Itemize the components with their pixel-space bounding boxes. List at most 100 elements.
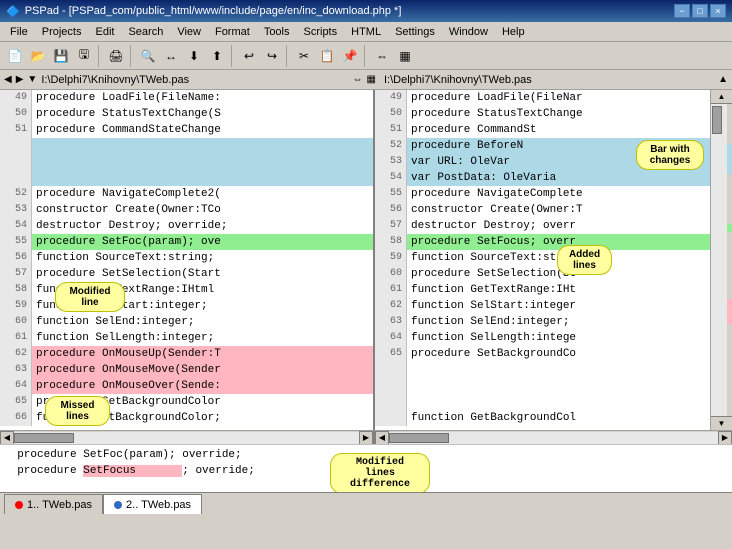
line-num-right-17 (375, 362, 407, 378)
left-line-17: 63 procedure OnMouseMove(Sender (0, 362, 373, 378)
title-text: PSPad - [PSPad_com/public_html/www/inclu… (25, 5, 402, 17)
left-code-content[interactable]: 49 procedure LoadFile(FileName:50 proced… (0, 90, 373, 430)
separator-1 (98, 45, 102, 67)
line-content-left-10: function SourceText:string; (32, 250, 373, 266)
tab-2-dot (114, 501, 122, 509)
tab-2[interactable]: 2.. TWeb.pas (103, 494, 202, 514)
left-line-0: 49 procedure LoadFile(FileName: (0, 90, 373, 106)
left-line-11: 57 procedure SetSelection(Start (0, 266, 373, 282)
scroll-up-btn[interactable]: ▲ (711, 90, 732, 104)
open-button[interactable]: 📂 (27, 45, 49, 67)
right-line-3: 52 procedure BeforeN (375, 138, 732, 154)
scrollbar-thumb[interactable] (712, 106, 722, 134)
menu-edit[interactable]: Edit (89, 24, 120, 40)
line-content-right-15: function SelLength:intege (407, 330, 732, 346)
line-num-left-20: 66 (0, 410, 32, 426)
path-left-end[interactable]: ⇔ (353, 74, 363, 85)
right-line-17 (375, 362, 732, 378)
menu-window[interactable]: Window (443, 24, 494, 40)
bottom-preview: procedure SetFoc(param); override; proce… (0, 444, 732, 492)
path-left-down[interactable]: ▼ (27, 74, 37, 85)
menu-scripts[interactable]: Scripts (298, 24, 344, 40)
line-content-right-7: constructor Create(Owner:T (407, 202, 732, 218)
line-content-left-11: procedure SetSelection(Start (32, 266, 373, 282)
right-line-4: 53 var URL: OleVar (375, 154, 732, 170)
path-left-icon[interactable]: ◀ (4, 74, 12, 85)
right-h-thumb[interactable] (389, 433, 449, 443)
print-button[interactable]: 🖨 (105, 45, 127, 67)
minimize-button[interactable]: − (674, 4, 690, 18)
right-line-0: 49 procedure LoadFile(FileNar (375, 90, 732, 106)
line-content-left-16: procedure OnMouseUp(Sender:T (32, 346, 373, 362)
right-line-9: 58 procedure SetFocus; overr (375, 234, 732, 250)
menu-tools[interactable]: Tools (258, 24, 296, 40)
find-prev-button[interactable]: ⬆ (206, 45, 228, 67)
line-num-right-7: 56 (375, 202, 407, 218)
left-line-19: 65 procedure SetBackgroundColor (0, 394, 373, 410)
new-button[interactable]: 📄 (4, 45, 26, 67)
preview-line-1: procedure SetFoc(param); override; (4, 447, 728, 463)
line-content-left-15: function SelLength:integer; (32, 330, 373, 346)
right-line-16: 65 procedure SetBackgroundCo (375, 346, 732, 362)
diff-sync-button[interactable]: ⇔ (371, 45, 393, 67)
search-button[interactable]: 🔍 (137, 45, 159, 67)
h-scrollbar: ◀ ▶ ◀ ▶ (0, 430, 732, 444)
menu-help[interactable]: Help (496, 24, 531, 40)
left-line-18: 64 procedure OnMouseOver(Sende: (0, 378, 373, 394)
line-content-right-9: procedure SetFocus; overr (407, 234, 732, 250)
right-scroll-right-btn[interactable]: ▶ (718, 431, 732, 445)
line-content-right-4: var URL: OleVar (407, 154, 732, 170)
save-all-button[interactable]: 🖫 (73, 45, 95, 67)
path-left-grid[interactable]: ▦ (367, 74, 376, 85)
cut-button[interactable]: ✂ (293, 45, 315, 67)
menu-file[interactable]: File (4, 24, 34, 40)
copy-button[interactable]: 📋 (316, 45, 338, 67)
scroll-down-btn[interactable]: ▼ (711, 416, 732, 430)
line-content-left-1: procedure StatusTextChange(S (32, 106, 373, 122)
path-left-icon2[interactable]: ▶ (16, 74, 24, 85)
menu-projects[interactable]: Projects (36, 24, 88, 40)
line-content-right-16: procedure SetBackgroundCo (407, 346, 732, 362)
menu-settings[interactable]: Settings (389, 24, 441, 40)
find-next-button[interactable]: ⬇ (183, 45, 205, 67)
line-content-right-19 (407, 394, 732, 410)
restore-button[interactable]: □ (692, 4, 708, 18)
line-content-left-8: destructor Destroy; override; (32, 218, 373, 234)
line-content-left-20: function GetBackgroundColor; (32, 410, 373, 426)
line-content-right-17 (407, 362, 732, 378)
line-num-left-6: 52 (0, 186, 32, 202)
right-scroll-left-btn[interactable]: ◀ (375, 431, 389, 445)
right-h-track (389, 432, 718, 444)
preview-highlight-setfocus: SetFocus (83, 465, 136, 477)
line-content-right-18 (407, 378, 732, 394)
left-line-3 (0, 138, 373, 154)
left-scroll-left-btn[interactable]: ◀ (0, 431, 14, 445)
menu-format[interactable]: Format (209, 24, 256, 40)
menu-view[interactable]: View (171, 24, 207, 40)
line-num-left-12: 58 (0, 282, 32, 298)
menu-search[interactable]: Search (122, 24, 169, 40)
line-num-right-5: 54 (375, 170, 407, 186)
undo-button[interactable]: ↩ (238, 45, 260, 67)
save-button[interactable]: 💾 (50, 45, 72, 67)
right-line-11: 60 procedure SetSelection(St (375, 266, 732, 282)
line-content-right-13: function SelStart:integer (407, 298, 732, 314)
tab-1[interactable]: 1.. TWeb.pas (4, 494, 103, 514)
diff-view-button[interactable]: ▦ (394, 45, 416, 67)
right-code-content[interactable]: 49 procedure LoadFile(FileNar50 procedur… (375, 90, 732, 430)
left-scroll-right-btn[interactable]: ▶ (359, 431, 373, 445)
menu-html[interactable]: HTML (345, 24, 387, 40)
redo-button[interactable]: ↪ (261, 45, 283, 67)
replace-button[interactable]: ↔ (160, 45, 182, 67)
line-num-right-10: 59 (375, 250, 407, 266)
left-line-20: 66 function GetBackgroundColor; (0, 410, 373, 426)
line-content-left-4 (32, 154, 373, 170)
close-button[interactable]: × (710, 4, 726, 18)
line-num-left-18: 64 (0, 378, 32, 394)
path-right-scroll[interactable]: ▲ (718, 74, 728, 85)
line-num-left-3 (0, 138, 32, 154)
paste-button[interactable]: 📌 (339, 45, 361, 67)
left-h-thumb[interactable] (14, 433, 74, 443)
line-content-right-12: function GetTextRange:IHt (407, 282, 732, 298)
tab-bar: 1.. TWeb.pas 2.. TWeb.pas (0, 492, 732, 514)
